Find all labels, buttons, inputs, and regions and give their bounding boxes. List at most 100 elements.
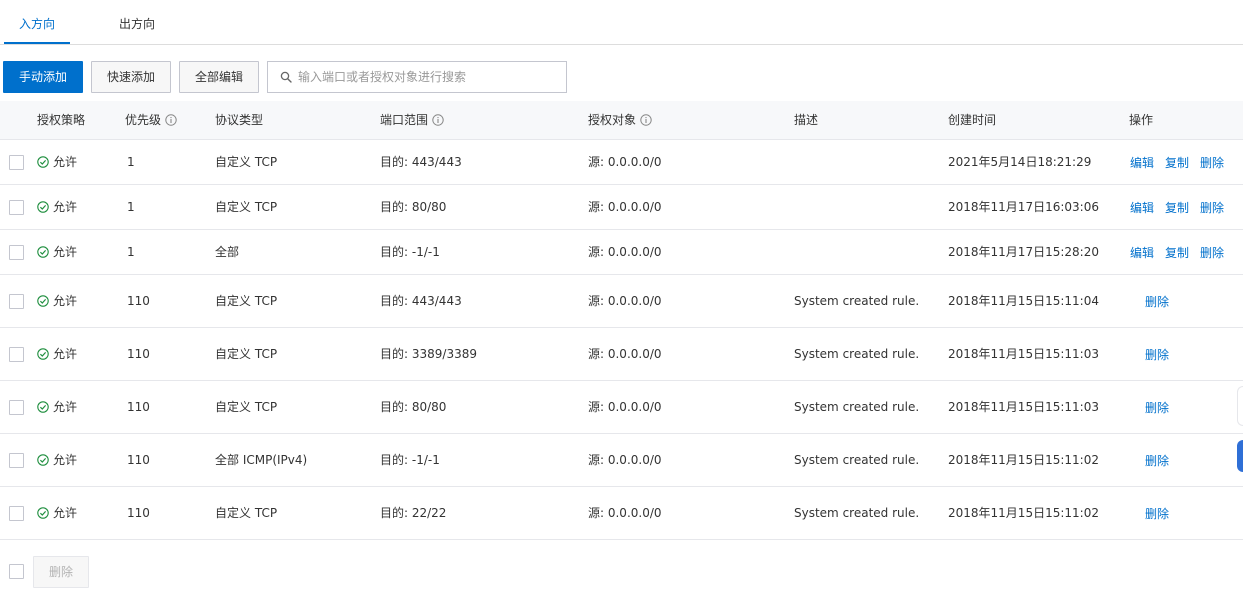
- check-circle-icon: [37, 401, 49, 413]
- row-checkbox[interactable]: [9, 453, 24, 468]
- table-row: 允许 1 自定义 TCP 目的: 443/443 源: 0.0.0.0/0 2021年5月…: [0, 140, 1243, 185]
- auth-object-cell: 源: 0.0.0.0/0: [588, 453, 662, 467]
- created-time-cell: 2018年11月15日15:11:02: [948, 506, 1099, 520]
- description-cell: System created rule.: [794, 400, 920, 414]
- batch-delete-button[interactable]: 删除: [33, 556, 89, 588]
- delete-link[interactable]: 删除: [1145, 348, 1169, 362]
- port-range-cell: 目的: 443/443: [380, 294, 462, 308]
- row-checkbox[interactable]: [9, 506, 24, 521]
- delete-link[interactable]: 删除: [1145, 295, 1169, 309]
- actions-cell: 删除: [1145, 434, 1180, 487]
- toolbar: 手动添加 快速添加 全部编辑: [0, 61, 1243, 93]
- copy-link[interactable]: 复制: [1165, 246, 1189, 260]
- priority-cell: 110: [127, 453, 150, 467]
- policy-cell: 允许: [37, 185, 77, 230]
- info-icon[interactable]: [165, 114, 177, 126]
- policy-label: 允许: [53, 155, 78, 169]
- priority-cell: 1: [127, 155, 135, 169]
- header-priority: 优先级: [125, 113, 162, 127]
- row-checkbox[interactable]: [9, 245, 24, 260]
- auth-object-cell: 源: 0.0.0.0/0: [588, 245, 662, 259]
- priority-cell: 110: [127, 347, 150, 361]
- header-description: 描述: [794, 113, 819, 127]
- edit-link[interactable]: 编辑: [1130, 156, 1154, 170]
- delete-link[interactable]: 删除: [1200, 201, 1224, 215]
- row-checkbox[interactable]: [9, 400, 24, 415]
- description-cell: System created rule.: [794, 347, 920, 361]
- info-icon[interactable]: [640, 114, 652, 126]
- policy-cell: 允许: [37, 140, 77, 185]
- delete-link[interactable]: 删除: [1145, 454, 1169, 468]
- created-time-cell: 2018年11月15日15:11:03: [948, 347, 1099, 361]
- auth-object-cell: 源: 0.0.0.0/0: [588, 400, 662, 414]
- delete-link[interactable]: 删除: [1200, 246, 1224, 260]
- protocol-cell: 自定义 TCP: [215, 294, 278, 308]
- header-auth-object-cell: 授权对象: [588, 101, 652, 140]
- edit-link[interactable]: 编辑: [1130, 201, 1154, 215]
- table-row: 允许 110 自定义 TCP 目的: 80/80 源: 0.0.0.0/0 System …: [0, 381, 1243, 434]
- protocol-cell: 自定义 TCP: [215, 400, 278, 414]
- side-float-help[interactable]: [1237, 440, 1243, 472]
- copy-link[interactable]: 复制: [1165, 156, 1189, 170]
- edit-all-button[interactable]: 全部编辑: [179, 61, 259, 93]
- active-tab-indicator: [4, 42, 70, 44]
- header-port-range-cell: 端口范围: [380, 101, 444, 140]
- header-protocol: 协议类型: [215, 113, 264, 127]
- search-box: [267, 61, 567, 93]
- check-circle-icon: [37, 201, 49, 213]
- actions-cell: 删除: [1145, 275, 1180, 328]
- search-input[interactable]: [298, 63, 558, 91]
- policy-cell: 允许: [37, 230, 77, 275]
- priority-cell: 1: [127, 200, 135, 214]
- created-time-cell: 2018年11月15日15:11:03: [948, 400, 1099, 414]
- header-created: 创建时间: [948, 113, 997, 127]
- quick-add-button[interactable]: 快速添加: [91, 61, 171, 93]
- search-icon: [280, 71, 292, 83]
- delete-link[interactable]: 删除: [1145, 401, 1169, 415]
- created-time-cell: 2018年11月17日16:03:06: [948, 200, 1099, 214]
- info-icon[interactable]: [432, 114, 444, 126]
- policy-cell: 允许: [37, 275, 77, 328]
- table-row: 允许 110 自定义 TCP 目的: 3389/3389 源: 0.0.0.0/0 Sys…: [0, 328, 1243, 381]
- table-row: 允许 110 自定义 TCP 目的: 443/443 源: 0.0.0.0/0 Syste…: [0, 275, 1243, 328]
- manual-add-button[interactable]: 手动添加: [3, 61, 83, 93]
- row-checkbox[interactable]: [9, 347, 24, 362]
- policy-cell: 允许: [37, 434, 77, 487]
- tab-inbound[interactable]: 入方向: [19, 0, 55, 44]
- port-range-cell: 目的: 3389/3389: [380, 347, 477, 361]
- policy-cell: 允许: [37, 328, 77, 381]
- side-float-widget[interactable]: [1237, 386, 1243, 426]
- select-all-checkbox[interactable]: [9, 564, 24, 579]
- priority-cell: 110: [127, 294, 150, 308]
- policy-label: 允许: [53, 245, 78, 259]
- row-checkbox[interactable]: [9, 155, 24, 170]
- row-checkbox[interactable]: [9, 200, 24, 215]
- table-row: 允许 110 全部 ICMP(IPv4) 目的: -1/-1 源: 0.0.0.0/0 S…: [0, 434, 1243, 487]
- actions-cell: 编辑 复制 删除: [1130, 185, 1235, 230]
- actions-cell: 删除: [1145, 487, 1180, 540]
- copy-link[interactable]: 复制: [1165, 201, 1189, 215]
- protocol-cell: 自定义 TCP: [215, 155, 278, 169]
- priority-cell: 110: [127, 506, 150, 520]
- protocol-cell: 自定义 TCP: [215, 200, 278, 214]
- tab-outbound[interactable]: 出方向: [119, 0, 155, 44]
- row-checkbox[interactable]: [9, 294, 24, 309]
- port-range-cell: 目的: 443/443: [380, 155, 462, 169]
- table-footer: 删除: [0, 556, 1243, 588]
- delete-link[interactable]: 删除: [1145, 507, 1169, 521]
- auth-object-cell: 源: 0.0.0.0/0: [588, 347, 662, 361]
- policy-label: 允许: [53, 200, 78, 214]
- check-circle-icon: [37, 348, 49, 360]
- header-port-range: 端口范围: [380, 113, 429, 127]
- policy-label: 允许: [53, 453, 78, 467]
- protocol-cell: 自定义 TCP: [215, 347, 278, 361]
- edit-link[interactable]: 编辑: [1130, 246, 1154, 260]
- auth-object-cell: 源: 0.0.0.0/0: [588, 506, 662, 520]
- priority-cell: 1: [127, 245, 135, 259]
- check-circle-icon: [37, 246, 49, 258]
- created-time-cell: 2021年5月14日18:21:29: [948, 155, 1092, 169]
- protocol-cell: 全部: [215, 245, 240, 259]
- protocol-cell: 全部 ICMP(IPv4): [215, 453, 308, 467]
- description-cell: System created rule.: [794, 506, 920, 520]
- delete-link[interactable]: 删除: [1200, 156, 1224, 170]
